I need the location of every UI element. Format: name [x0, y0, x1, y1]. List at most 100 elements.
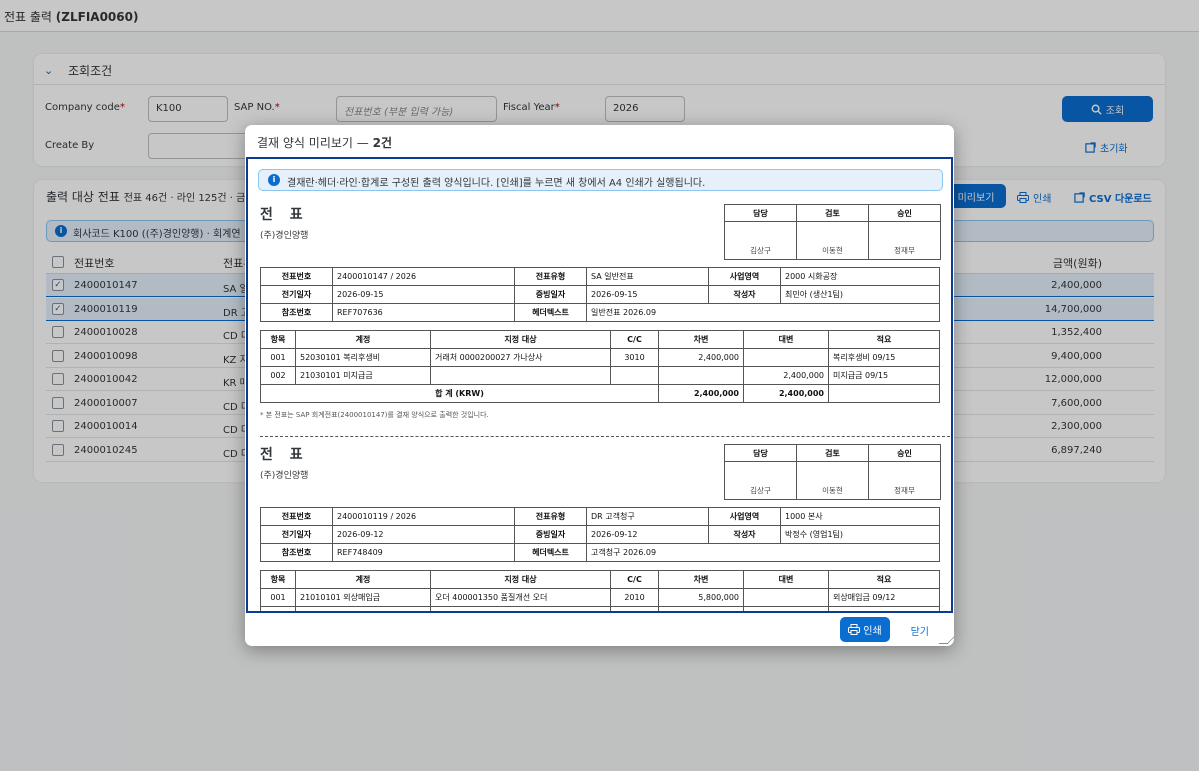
approval-name: 이동현 [796, 221, 869, 260]
approval-header: 승인 [868, 444, 941, 462]
line-header: 지정 대상 [430, 570, 611, 589]
preview-frame[interactable]: i 결재란·헤더·라인·합계로 구성된 출력 양식입니다. [인쇄]를 누르면 새… [246, 157, 953, 613]
line-debit: 5,800,000 [658, 588, 744, 607]
hdr-value: REF748409 [332, 543, 515, 562]
hdr-label: 전표유형 [514, 267, 587, 286]
hdr-value: 2026-09-12 [586, 525, 709, 544]
voucher-note: * 본 전표는 SAP 회계전표(2400010147)를 결재 양식으로 출력… [260, 411, 489, 419]
line-item: 001 [260, 348, 296, 367]
total-label: 합 계 (KRW) [260, 384, 659, 403]
line-header: 대변 [743, 570, 829, 589]
line-header: 대변 [743, 330, 829, 349]
resize-handle[interactable] [938, 635, 954, 644]
approval-header: 승인 [868, 204, 941, 222]
hdr-label: 작성자 [708, 525, 781, 544]
hdr-label: 증빙일자 [514, 285, 587, 304]
dialog-print-button[interactable]: 인쇄 [840, 617, 890, 642]
dialog-title: 결재 양식 미리보기 — 2건 [257, 136, 392, 150]
voucher-title: 전 표 [260, 207, 309, 223]
hdr-value: 1000 본사 [780, 507, 940, 526]
line-memo: 복리후생비 09/15 [828, 348, 940, 367]
info-icon: i [268, 174, 280, 186]
hdr-value: 2400010119 / 2026 [332, 507, 515, 526]
line-header: C/C [610, 330, 659, 349]
voucher-title: 전 표 [260, 447, 309, 463]
total-row: 합 계 (KRW) 2,400,000 2,400,000 [260, 384, 940, 403]
line-account: 21010101 외상매입금 [295, 588, 431, 607]
hdr-value: 2026-09-15 [586, 285, 709, 304]
line-account: 21030101 미지급금 [295, 366, 431, 385]
line-assignment: 거래처 0000200027 가나상사 [430, 348, 611, 367]
approval-name: 이동현 [796, 461, 869, 500]
voucher-lines-table: 항목 계정 지정 대상 C/C 차변 대변 적요 001 52030101 복리후생비 거래… [260, 330, 940, 403]
hdr-value: 2400010147 / 2026 [332, 267, 515, 286]
line-cost-center: 2010 [610, 588, 659, 607]
printer-icon [848, 624, 861, 635]
line-row: 001 52030101 복리후생비 거래처 0000200027 가나상사 3… [260, 348, 940, 367]
preview-dialog: 결재 양식 미리보기 — 2건 i 결재란·헤더·라인·합계로 구성된 출력 양식… [245, 125, 954, 646]
line-debit [658, 366, 744, 385]
hdr-value: 최민아 (생산1팀) [780, 285, 940, 304]
line-row: 001 21010101 외상매입금 오더 400001350 품질개선 오더 … [260, 588, 940, 607]
dialog-footer: 인쇄 닫기 [245, 613, 954, 646]
line-credit [743, 348, 829, 367]
page-divider [260, 436, 950, 437]
approval-box: 담당 검토 승인 김상구 이동현 정재무 [724, 204, 941, 260]
company-name: (주)경인양행 [260, 471, 309, 481]
hdr-value: SA 일반전표 [586, 267, 709, 286]
total-credit: 2,400,000 [743, 384, 829, 403]
hdr-value: 2000 시화공장 [780, 267, 940, 286]
line-item: 001 [260, 588, 296, 607]
line-credit [743, 588, 829, 607]
line-header: 계정 [295, 570, 431, 589]
hdr-value: 2026-09-12 [332, 525, 515, 544]
voucher-header-table: 전표번호 2400010119 / 2026 전표유형 DR 고객청구 사업영역 10… [260, 507, 940, 562]
hdr-label: 전기일자 [260, 285, 333, 304]
line-assignment: 오더 400001350 품질개선 오더 [430, 588, 611, 607]
hdr-value: 고객청구 2026.09 [586, 543, 940, 562]
preview-info-banner: i 결재란·헤더·라인·합계로 구성된 출력 양식입니다. [인쇄]를 누르면 새… [258, 169, 943, 191]
line-debit: 2,400,000 [658, 348, 744, 367]
voucher-header-table: 전표번호 2400010147 / 2026 전표유형 SA 일반전표 사업영역 20… [260, 267, 940, 322]
hdr-label: 작성자 [708, 285, 781, 304]
line-header: 지정 대상 [430, 330, 611, 349]
approval-header: 검토 [796, 204, 869, 222]
line-header: 적요 [828, 330, 940, 349]
approval-header: 담당 [724, 444, 797, 462]
hdr-label: 전표번호 [260, 267, 333, 286]
line-assignment [430, 366, 611, 385]
hdr-label: 전표유형 [514, 507, 587, 526]
line-header: 적요 [828, 570, 940, 589]
hdr-label: 사업영역 [708, 507, 781, 526]
hdr-label: 증빙일자 [514, 525, 587, 544]
dialog-close-button[interactable]: 닫기 [911, 623, 929, 638]
hdr-label: 전기일자 [260, 525, 333, 544]
hdr-value: DR 고객청구 [586, 507, 709, 526]
line-row: 002 21030101 미지급금 2,400,000 미지급금 09/15 [260, 366, 940, 385]
line-credit: 2,400,000 [743, 366, 829, 385]
line-header: C/C [610, 570, 659, 589]
line-header: 차변 [658, 570, 744, 589]
total-debit: 2,400,000 [658, 384, 744, 403]
approval-name: 김상구 [724, 221, 797, 260]
line-header: 차변 [658, 330, 744, 349]
approval-name: 정재무 [868, 461, 941, 500]
line-header: 항목 [260, 330, 296, 349]
hdr-label: 전표번호 [260, 507, 333, 526]
line-cost-center [610, 366, 659, 385]
hdr-label: 참조번호 [260, 303, 333, 322]
line-memo: 미지급금 09/15 [828, 366, 940, 385]
hdr-label: 사업영역 [708, 267, 781, 286]
line-header: 계정 [295, 330, 431, 349]
approval-name: 김상구 [724, 461, 797, 500]
hdr-label: 헤더텍스트 [514, 543, 587, 562]
approval-header: 담당 [724, 204, 797, 222]
voucher-lines-table: 항목 계정 지정 대상 C/C 차변 대변 적요 001 21010101 외상매입금 오더… [260, 570, 940, 611]
approval-name: 정재무 [868, 221, 941, 260]
hdr-value: 2026-09-15 [332, 285, 515, 304]
line-item: 002 [260, 366, 296, 385]
line-account: 52030101 복리후생비 [295, 348, 431, 367]
hdr-value: REF707636 [332, 303, 515, 322]
approval-box: 담당 검토 승인 김상구 이동현 정재무 [724, 444, 941, 500]
line-cost-center: 3010 [610, 348, 659, 367]
